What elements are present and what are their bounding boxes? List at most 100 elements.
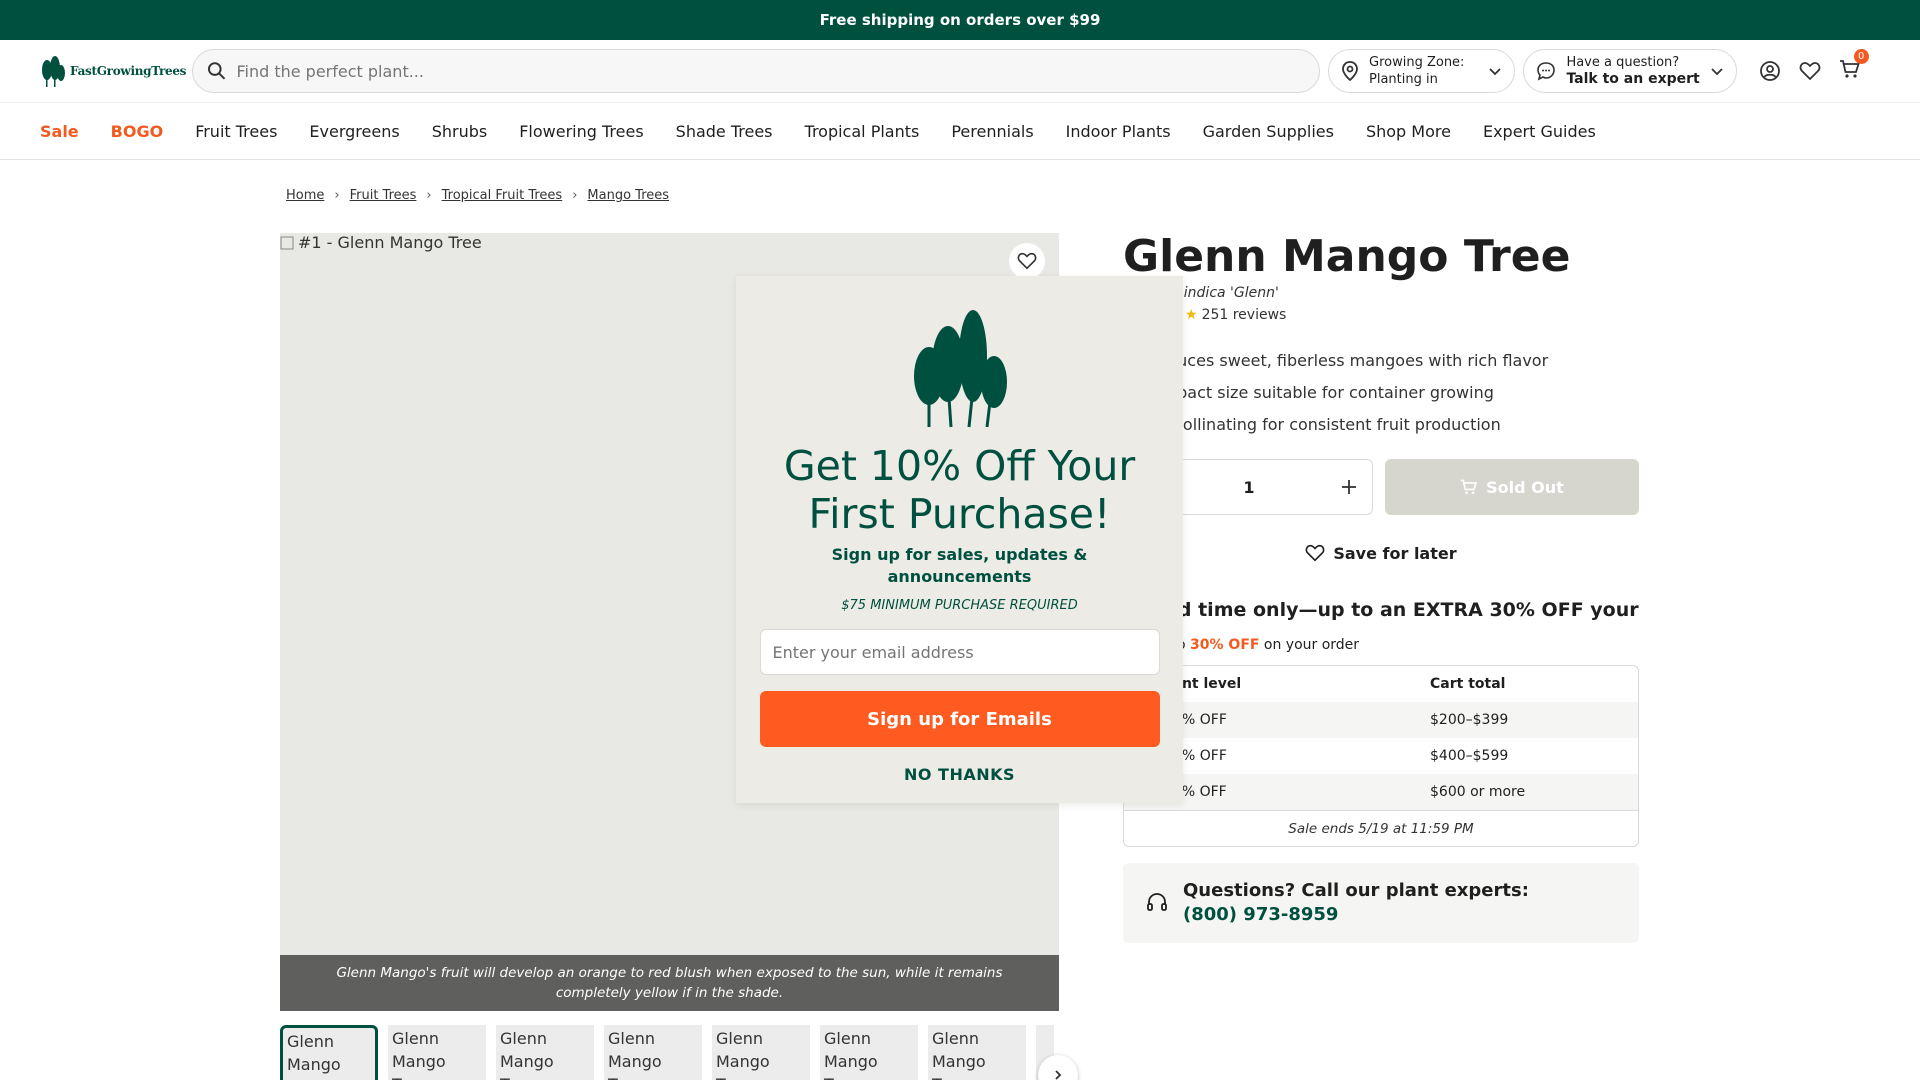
modal-subheadline: Sign up for sales, updates & announcemen… — [831, 545, 1088, 586]
breadcrumb: Home › Fruit Trees › Tropical Fruit Tree… — [286, 188, 669, 203]
chevron-right-icon: › — [334, 188, 340, 203]
breadcrumb-tropical-fruit-trees[interactable]: Tropical Fruit Trees — [442, 188, 563, 203]
chevron-right-icon — [1055, 1070, 1062, 1080]
cart-icon — [1460, 479, 1478, 495]
cart-button[interactable]: 0 — [1839, 49, 1869, 84]
nav-item-bogo[interactable]: BOGO — [111, 122, 164, 141]
expert-cta: Talk to an expert — [1566, 71, 1700, 87]
feature-item: duces sweet, fiberless mangoes with rich… — [1167, 351, 1549, 370]
save-for-later-label: Save for later — [1333, 543, 1457, 563]
plant-experts-callout: Questions? Call our plant experts: (800)… — [1123, 863, 1639, 943]
search-icon — [207, 62, 226, 80]
nav-item-shrubs[interactable]: Shrubs — [432, 122, 488, 141]
broken-image-icon — [280, 236, 294, 249]
experts-label: Questions? Call our plant experts: — [1183, 880, 1529, 901]
thumbnail[interactable]: Glenn Mango Tree — [820, 1025, 918, 1080]
zone-label: Growing Zone: — [1369, 55, 1465, 70]
table-row: % OFF $400–$599 — [1124, 738, 1638, 774]
minimum-purchase-note: $75 MINIMUM PURCHASE REQUIRED — [841, 598, 1078, 613]
tree-logo-icon — [42, 56, 65, 87]
nav-item-shade-trees[interactable]: Shade Trees — [676, 122, 773, 141]
table-row: % OFF $200–$399 — [1124, 702, 1638, 738]
account-icon[interactable] — [1759, 60, 1781, 82]
sale-subtext: o 30% OFF on your order — [1177, 637, 1360, 653]
sale-headline: ed time only—up to an EXTRA 30% OFF your — [1165, 599, 1639, 621]
nav-item-shop-more[interactable]: Shop More — [1366, 122, 1451, 141]
thumbnail-strip: Glenn Mango Tree Glenn Mango Tree Glenn … — [280, 1025, 1054, 1080]
growing-zone-selector[interactable]: Growing Zone: Planting in — [1328, 49, 1516, 93]
chevron-down-icon — [1489, 68, 1502, 76]
botanical-name: ra indica 'Glenn' — [1165, 285, 1279, 301]
thumbnail[interactable]: Glenn Mango Tree — [388, 1025, 486, 1080]
wishlist-heart-icon[interactable] — [1799, 60, 1821, 82]
tier-total: $400–$599 — [1430, 748, 1509, 764]
breadcrumb-mango-trees[interactable]: Mango Trees — [587, 188, 669, 203]
save-for-later-button[interactable]: Save for later — [1123, 543, 1639, 563]
tier-total: $200–$399 — [1430, 712, 1509, 728]
breadcrumb-fruit-trees[interactable]: Fruit Trees — [350, 188, 417, 203]
trees-logo-icon — [913, 310, 1007, 428]
feature-list: duces sweet, fiberless mangoes with rich… — [1123, 345, 1639, 441]
thumbnail[interactable]: Glenn Mango Tree — [280, 1025, 378, 1080]
product-info: Glenn Mango Tree ra indica 'Glenn' ★ 251… — [1123, 233, 1639, 943]
chat-bubble-icon — [1537, 62, 1556, 81]
talk-to-expert-selector[interactable]: Have a question? Talk to an expert — [1523, 49, 1737, 93]
nav-item-fruit-trees[interactable]: Fruit Trees — [195, 122, 277, 141]
breadcrumb-home[interactable]: Home — [286, 188, 324, 203]
email-input[interactable] — [759, 629, 1160, 675]
main-image-alt-text: #1 - Glenn Mango Tree — [298, 233, 482, 252]
sold-out-button[interactable]: Sold Out — [1385, 459, 1639, 515]
main-image-alt: #1 - Glenn Mango Tree — [280, 233, 482, 252]
logo[interactable]: FastGrowingTrees — [40, 55, 192, 87]
table-header: unt level Cart total — [1124, 666, 1638, 702]
col-header-total: Cart total — [1430, 676, 1506, 692]
image-caption: Glenn Mango's fruit will develop an oran… — [280, 955, 1059, 1011]
cart-count-badge: 0 — [1853, 49, 1869, 64]
logo-text: FastGrowingTrees — [70, 64, 187, 78]
experts-phone-link[interactable]: (800) 973-8959 — [1183, 903, 1529, 927]
nav-item-garden-supplies[interactable]: Garden Supplies — [1203, 122, 1334, 141]
modal-headline: Get 10% Off Your First Purchase! — [783, 442, 1136, 538]
discount-tier-table: unt level Cart total % OFF $200–$399 % O… — [1123, 665, 1639, 847]
feature-item: npact size suitable for container growin… — [1167, 383, 1494, 402]
email-signup-modal: Get 10% Off Your First Purchase! Sign up… — [736, 276, 1183, 803]
rating[interactable]: ★ 251 reviews — [1123, 307, 1639, 323]
location-pin-icon — [1342, 61, 1358, 81]
zone-value: Planting in — [1369, 72, 1438, 87]
nav-item-expert-guides[interactable]: Expert Guides — [1483, 122, 1596, 141]
promo-text: Free shipping on orders over $99 — [819, 11, 1101, 29]
signup-button[interactable]: Sign up for Emails — [759, 691, 1160, 747]
nav-item-flowering-trees[interactable]: Flowering Trees — [519, 122, 643, 141]
no-thanks-button[interactable]: NO THANKS — [904, 765, 1015, 784]
tier-level: % OFF — [1182, 748, 1227, 764]
thumbnail[interactable]: Glenn Mango Tree — [496, 1025, 594, 1080]
review-count: 251 reviews — [1201, 307, 1287, 323]
thumbnail[interactable]: Glenn Mango Tree — [928, 1025, 1026, 1080]
col-header-level: unt level — [1172, 676, 1242, 692]
thumbnail[interactable]: Glenn Mango Tree — [712, 1025, 810, 1080]
plus-icon[interactable] — [1340, 478, 1358, 496]
search-input[interactable] — [236, 61, 1305, 81]
nav-item-indoor-plants[interactable]: Indoor Plants — [1066, 122, 1171, 141]
product-title: Glenn Mango Tree — [1123, 231, 1571, 282]
nav-item-tropical-plants[interactable]: Tropical Plants — [805, 122, 920, 141]
headset-icon — [1147, 893, 1167, 911]
sold-out-label: Sold Out — [1486, 477, 1564, 497]
chevron-right-icon: › — [426, 188, 432, 203]
thumbnail[interactable]: Glenn Mango Tree — [604, 1025, 702, 1080]
sale-end-note: Sale ends 5/19 at 11:59 PM — [1124, 810, 1638, 846]
promo-bar: Free shipping on orders over $99 — [0, 0, 1920, 40]
heart-icon — [1305, 544, 1325, 562]
nav-item-evergreens[interactable]: Evergreens — [309, 122, 399, 141]
nav-item-sale[interactable]: Sale — [40, 122, 79, 141]
site-header: FastGrowingTrees Growing Zone: Planting … — [0, 40, 1920, 103]
table-row: 30% OFF $600 or more — [1124, 774, 1638, 810]
search-bar[interactable] — [192, 49, 1320, 93]
expert-question: Have a question? — [1566, 55, 1680, 70]
tier-total: $600 or more — [1430, 784, 1526, 800]
nav-item-perennials[interactable]: Perennials — [951, 122, 1033, 141]
favorite-button[interactable] — [1009, 243, 1045, 279]
feature-item: -pollinating for consistent fruit produc… — [1167, 415, 1501, 434]
sale-discount: 30% OFF — [1190, 637, 1260, 653]
heart-icon — [1017, 252, 1037, 270]
